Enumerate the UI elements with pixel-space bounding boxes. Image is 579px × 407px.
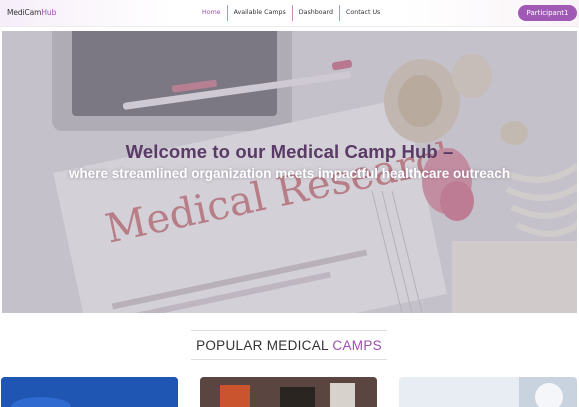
section-heading-accent: CAMPS [332, 338, 382, 353]
nav-link-available-camps[interactable]: Available Camps [226, 5, 292, 21]
brand-accent: Hub [41, 8, 57, 17]
camp-card-1[interactable] [1, 377, 178, 407]
camp-card-2[interactable] [200, 377, 377, 407]
hero-title: Welcome to our Medical Camp Hub – [125, 141, 454, 162]
section-heading-main: POPULAR MEDICAL [196, 338, 329, 353]
camp-card-1-image [1, 377, 178, 407]
nav-link-contact-us[interactable]: Contact Us [338, 5, 386, 21]
nav-link-dashboard[interactable]: Dashboard [291, 5, 339, 21]
camp-card-2-image [200, 377, 377, 407]
profile-button[interactable]: Participant1 [518, 5, 577, 21]
camp-card-3[interactable] [399, 377, 577, 407]
brand-main: MediCam [7, 8, 42, 17]
nav-link-home[interactable]: Home [196, 5, 227, 21]
section-heading: POPULAR MEDICAL CAMPS [191, 330, 387, 360]
hero-subtitle: where streamlined organization meets imp… [68, 166, 511, 181]
navbar: MediCamHub Home Available Camps Dashboar… [0, 0, 579, 27]
camp-card-3-image [399, 377, 577, 407]
nav-links: Home Available Camps Dashboard Contact U… [196, 5, 386, 21]
hero-banner: Medical Research Welcome to our Medical … [2, 31, 577, 313]
brand-logo[interactable]: MediCamHub [7, 8, 56, 17]
